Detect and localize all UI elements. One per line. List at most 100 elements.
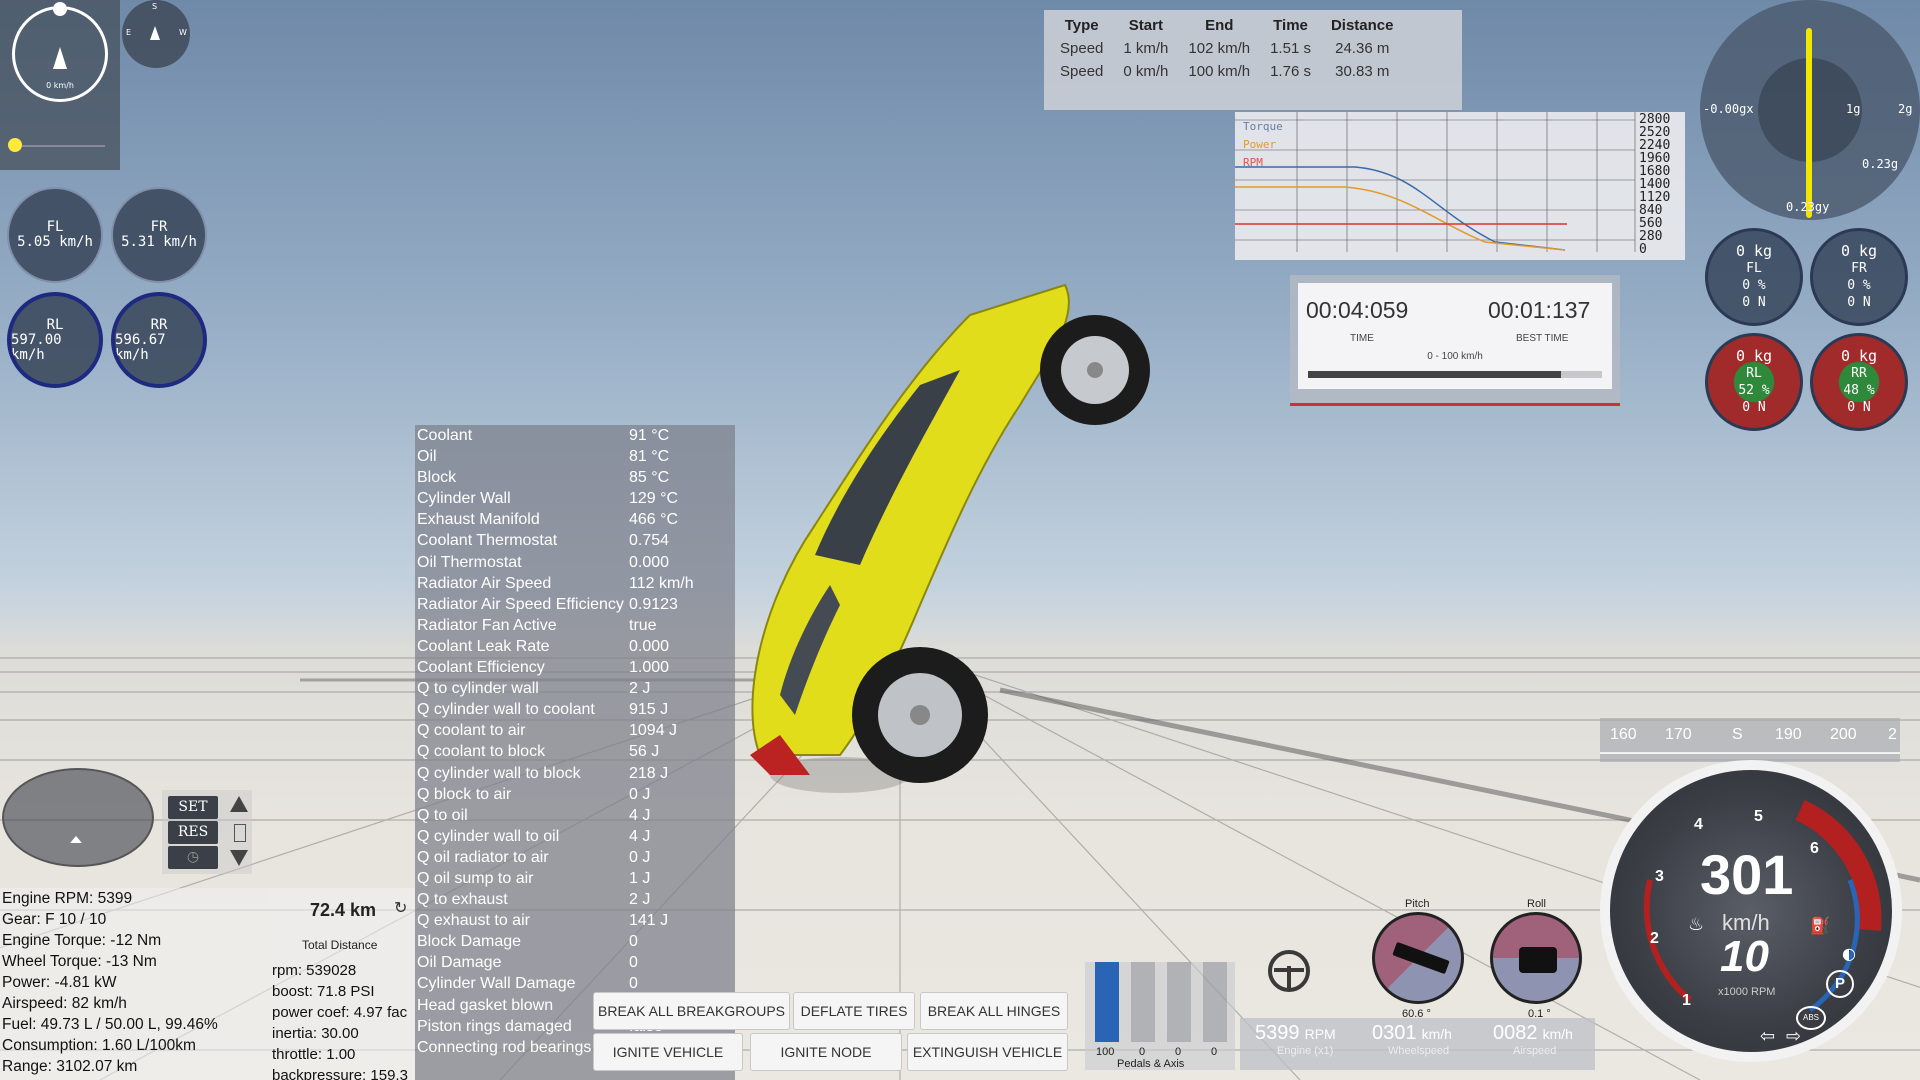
pedals-label: Pedals & Axis: [1117, 1058, 1185, 1070]
tire-pct: 52 %: [1738, 383, 1770, 398]
pedal-clutch-bar: [1167, 962, 1191, 1042]
ignite-node-button[interactable]: IGNITE NODE: [750, 1033, 902, 1071]
tire-load-fr: 0 kg FR 0 % 0 N: [1810, 228, 1908, 326]
data-row: Block 85 °C: [415, 467, 735, 488]
data-row: Radiator Air Speed 112 km/h: [415, 573, 735, 594]
data-value: 129 °C: [629, 490, 679, 508]
engine-info-line: Wheel Torque: -13 Nm: [2, 953, 157, 970]
compass-s: S: [152, 2, 158, 11]
odometer-value: 72.4 km: [310, 900, 377, 920]
speed-label: 0 km/h: [46, 81, 74, 90]
temperature-icon: ♨: [1688, 914, 1705, 935]
lap-timer-body: 00:04:059 TIME 00:01:137 BEST TIME 0 - 1…: [1298, 283, 1612, 389]
data-row: Oil Thermostat 0.000: [415, 552, 735, 573]
col-time: Time: [1273, 17, 1308, 34]
data-value: 0.9123: [629, 595, 678, 613]
wheel-name: FL: [46, 219, 64, 235]
fuel-icon: ⛽: [1810, 916, 1830, 935]
tire-force: 0 N: [1847, 400, 1871, 415]
cell: 24.36 m: [1335, 40, 1390, 57]
pitch-value: 60.6 °: [1402, 1008, 1431, 1020]
compass-w: W: [179, 28, 187, 37]
data-key: Radiator Air Speed: [417, 574, 552, 592]
data-row: Radiator Air Speed Efficiency 0.9123: [415, 594, 735, 615]
turbo-info-line: boost: 71.8 PSI: [272, 983, 375, 1000]
engine-thermal-panel: Coolant 91 °C Oil 81 °C Block 85 °C Cylinder W…: [415, 425, 735, 1080]
data-value: 0: [629, 954, 638, 972]
data-key: Oil Thermostat: [417, 553, 522, 571]
break-all-breakgroups-button[interactable]: BREAK ALL BREAKGROUPS: [593, 992, 790, 1030]
engine-info-line: Fuel: 49.73 L / 50.00 L, 99.46%: [2, 1016, 218, 1033]
engine-info-line: Airspeed: 82 km/h: [2, 995, 127, 1012]
data-key: Q cylinder wall to coolant: [417, 701, 595, 719]
tire-name: FL: [1746, 261, 1762, 276]
compass-e: E: [126, 28, 132, 37]
wheel-speed: 596.67 km/h: [115, 331, 166, 363]
data-key: Q coolant to air: [417, 722, 526, 740]
navigation-panel: 0 km/h: [0, 0, 120, 170]
data-key: Coolant Leak Rate: [417, 637, 550, 655]
performance-table: Type Start End Time Distance Speed 1 km/…: [1044, 10, 1462, 110]
heading-tick: 160: [1610, 726, 1637, 743]
cruise-joystick[interactable]: [2, 768, 154, 867]
zoom-slider-handle[interactable]: [8, 138, 22, 152]
data-key: Q oil radiator to air: [417, 848, 549, 866]
data-key: Q block to air: [417, 785, 512, 803]
data-row: Coolant 91 °C: [415, 425, 735, 446]
data-value: 2 J: [629, 891, 651, 909]
wheel-fl-speed: FL 5.05 km/h: [7, 187, 103, 283]
cell: 0 km/h: [1123, 63, 1169, 80]
steering-wheel-icon: [1268, 950, 1310, 992]
cruise-control: SET RES ◷: [162, 790, 252, 874]
roll-indicator: [1490, 912, 1582, 1004]
cruise-res-button[interactable]: RES: [168, 821, 218, 844]
heading-ticks-line: [1600, 752, 1900, 754]
rpm-tick: 2: [1650, 930, 1659, 947]
data-value: 91 °C: [629, 427, 670, 444]
engine-info-line: Engine Torque: -12 Nm: [2, 932, 162, 949]
pedal-value: 0: [1175, 1046, 1182, 1058]
col-distance: Distance: [1330, 17, 1394, 34]
data-value: 112 km/h: [629, 574, 694, 592]
data-row: Q oil sump to air 1 J: [415, 868, 735, 889]
data-row: Q oil radiator to air 0 J: [415, 847, 735, 868]
data-value: 1 J: [629, 869, 651, 887]
rpm-tick: 1: [1682, 992, 1691, 1009]
data-value: 4 J: [629, 806, 651, 824]
cell: 30.83 m: [1335, 63, 1390, 80]
y-tick: 0: [1639, 242, 1647, 257]
zoom-slider[interactable]: [8, 138, 105, 152]
cell: 1.76 s: [1270, 63, 1311, 80]
current-time-label: TIME: [1350, 333, 1374, 344]
data-row: Q exhaust to air 141 J: [415, 910, 735, 931]
break-all-hinges-button[interactable]: BREAK ALL HINGES: [920, 992, 1068, 1030]
readout-label: Airspeed: [1513, 1045, 1557, 1057]
data-value: 2 J: [629, 680, 651, 698]
cruise-up-arrow-icon[interactable]: [230, 796, 248, 812]
cruise-set-button[interactable]: SET: [168, 796, 218, 819]
data-key: Radiator Fan Active: [417, 616, 557, 634]
g-force-meter: -0.00gx 1g 2g 0.23g 0.23gy: [1700, 0, 1920, 220]
col-start: Start: [1128, 17, 1163, 34]
data-key: Q coolant to block: [417, 743, 546, 761]
deflate-tires-button[interactable]: DEFLATE TIRES: [793, 992, 915, 1030]
cruise-down-arrow-icon[interactable]: [230, 850, 248, 866]
turn-right-icon: ⇨: [1786, 1026, 1802, 1047]
data-row: Q coolant to block 56 J: [415, 741, 735, 762]
tire-load-fl: 0 kg FL 0 % 0 N: [1705, 228, 1803, 326]
cruise-timer-icon[interactable]: ◷: [168, 846, 218, 869]
yellow-car: [750, 283, 1150, 793]
data-row: Q to cylinder wall 2 J: [415, 678, 735, 699]
parking-brake-icon: P: [1826, 970, 1854, 998]
headlight-icon: ◐: [1842, 944, 1856, 963]
pitch-indicator: [1372, 912, 1464, 1004]
data-row: Q cylinder wall to block 218 J: [415, 763, 735, 784]
best-time-label: BEST TIME: [1516, 333, 1569, 344]
ignite-vehicle-button[interactable]: IGNITE VEHICLE: [593, 1033, 743, 1071]
pitch-label: Pitch: [1405, 898, 1430, 910]
tire-name: FR: [1851, 261, 1867, 276]
turbo-info-line: inertia: 30.00: [272, 1025, 359, 1042]
extinguish-vehicle-button[interactable]: EXTINGUISH VEHICLE: [907, 1033, 1068, 1071]
tire-force: 0 N: [1742, 295, 1766, 310]
reset-icon[interactable]: ↻: [394, 898, 407, 918]
